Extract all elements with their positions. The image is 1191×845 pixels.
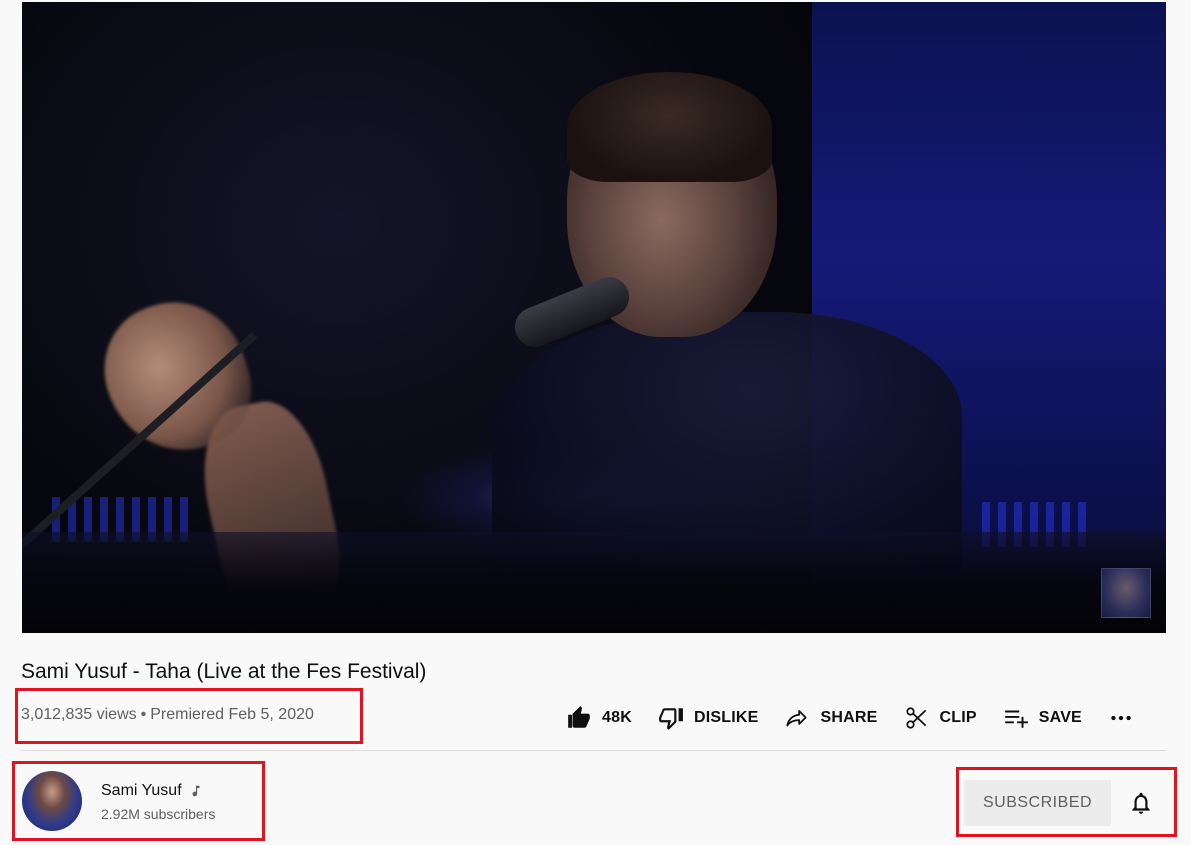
video-player[interactable] (22, 2, 1166, 633)
thumbs-up-icon (568, 706, 590, 728)
scissors-icon (905, 707, 926, 729)
thumbs-down-icon (659, 708, 683, 730)
save-button[interactable]: SAVE (1003, 700, 1082, 736)
subscribed-button[interactable]: SUBSCRIBED (964, 780, 1111, 826)
bell-icon (1132, 792, 1150, 814)
video-meta: 3,012,835 views • Premiered Feb 5, 2020 (21, 706, 314, 724)
share-arrow-icon (786, 710, 808, 727)
view-count: 3,012,835 views (21, 706, 137, 723)
dislike-button[interactable]: DISLIKE (658, 700, 759, 736)
like-button[interactable]: 48K (566, 700, 632, 736)
playlist-add-icon (1004, 710, 1028, 728)
channel-watermark[interactable] (1101, 568, 1151, 618)
music-note-icon (192, 785, 200, 797)
dislike-label: DISLIKE (693, 709, 759, 726)
premiere-date: Premiered Feb 5, 2020 (150, 706, 314, 723)
section-divider (21, 750, 1166, 751)
meta-separator: • (140, 706, 147, 723)
channel-name-link[interactable]: Sami Yusuf (101, 782, 203, 800)
share-button[interactable]: SHARE (784, 700, 877, 736)
video-actions: 48K DISLIKE SHARE CLIP SAVE (566, 700, 1134, 736)
like-count: 48K (602, 709, 632, 726)
share-label: SHARE (820, 709, 878, 726)
video-title: Sami Yusuf - Taha (Live at the Fes Festi… (21, 660, 427, 683)
more-actions-button[interactable] (1108, 700, 1134, 736)
channel-name: Sami Yusuf (101, 782, 182, 799)
notification-bell-button[interactable] (1125, 787, 1157, 819)
video-performer-hair (567, 72, 772, 182)
video-audience (22, 532, 1166, 633)
save-label: SAVE (1038, 709, 1082, 726)
more-horizontal-icon (1111, 715, 1131, 721)
subscriber-count: 2.92M subscribers (101, 806, 216, 822)
clip-button[interactable]: CLIP (904, 700, 977, 736)
clip-label: CLIP (939, 709, 977, 726)
channel-avatar[interactable] (22, 771, 82, 831)
